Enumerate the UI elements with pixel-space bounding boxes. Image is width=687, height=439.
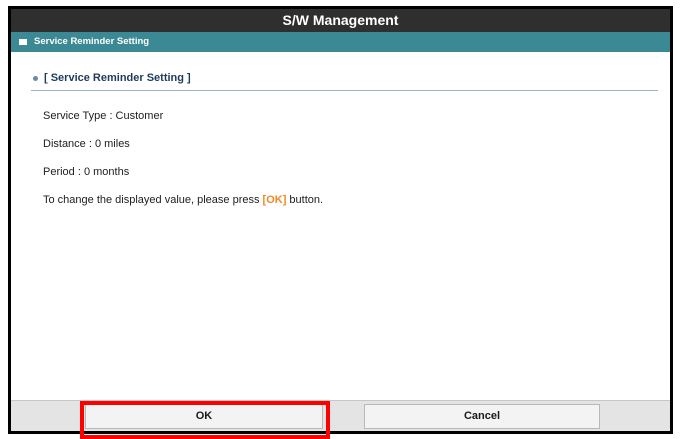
service-type-line: Service Type : Customer [43,110,164,122]
subheader-bar: Service Reminder Setting [11,32,670,52]
window-title: S/W Management [11,9,670,32]
section-heading-label: [ Service Reminder Setting ] [44,72,191,84]
cancel-button[interactable]: Cancel [364,404,600,429]
content-panel: [ Service Reminder Setting ] Service Typ… [11,52,670,400]
subheader-label: Service Reminder Setting [34,36,150,47]
hint-ok-token: [OK] [262,194,287,206]
hint-suffix: button. [286,194,324,206]
hint-prefix: To change the displayed value, please pr… [43,194,263,206]
hint-line: To change the displayed value, please pr… [43,194,323,206]
period-line: Period : 0 months [43,166,130,178]
ok-button[interactable]: OK [85,404,323,429]
footer-bar: OK Cancel [11,400,670,431]
bullet-icon [33,75,38,81]
section-heading: [ Service Reminder Setting ] [33,72,191,84]
app-window: S/W Management Service Reminder Setting … [8,6,673,434]
section-divider [31,90,658,91]
distance-line: Distance : 0 miles [43,138,130,150]
panel-icon [19,39,27,45]
